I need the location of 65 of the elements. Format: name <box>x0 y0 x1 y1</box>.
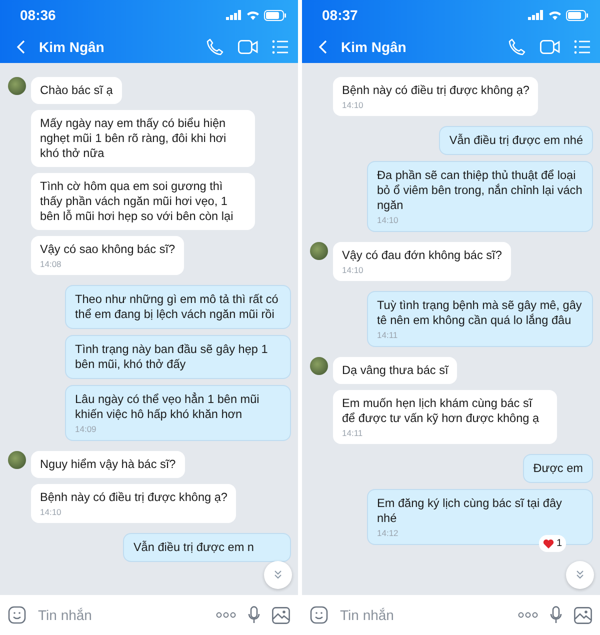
message-text: Tình trạng này ban đầu sẽ gây hẹp 1 bên mũi, khó thở đấy <box>75 342 269 372</box>
message-text: Vậy có sao không bác sĩ? <box>40 242 176 257</box>
contact-name: Kim Ngân <box>39 38 106 54</box>
menu-icon[interactable] <box>574 40 590 54</box>
message-text: Dạ vâng thưa bác sĩ <box>342 363 448 378</box>
message-text: Lâu ngày có thể vẹo hẳn 1 bên mũi khiến việc hô hấp khó khăn hơn <box>75 392 260 422</box>
phone-icon[interactable] <box>206 38 224 56</box>
message-time: 14:10 <box>342 101 364 110</box>
more-icon[interactable] <box>518 612 538 618</box>
wifi-icon <box>548 10 562 20</box>
back-icon[interactable] <box>318 40 327 54</box>
message-text: Vậy có đau đớn không bác sĩ? <box>342 248 502 263</box>
more-icon[interactable] <box>216 612 236 618</box>
message-time: 14:08 <box>40 260 62 269</box>
phone-icon[interactable] <box>508 38 526 56</box>
message-text: Nguy hiểm vậy hà bác sĩ? <box>40 457 176 472</box>
message-text: Tuỳ tình trạng bệnh mà sẽ gây mê, gây tê nên em không cần quá lo lắng đâu <box>377 298 583 328</box>
status-time: 08:37 <box>322 7 358 23</box>
message-text: Theo như những gì em mô tả thì rất có thể em đang bị lệch vách ngăn mũi rồi <box>75 292 280 322</box>
reaction-badge[interactable]: 1 <box>539 535 566 552</box>
battery-icon <box>566 10 588 20</box>
message-text: Em đăng ký lịch cùng bác sĩ tại đây nhé <box>377 496 563 526</box>
avatar[interactable] <box>310 357 328 375</box>
scroll-down-button[interactable] <box>264 561 292 589</box>
video-call-icon[interactable] <box>540 40 560 54</box>
emoji-icon[interactable] <box>310 606 328 624</box>
message-time: 14:10 <box>342 266 364 275</box>
contact-name: Kim Ngân <box>341 38 408 54</box>
scroll-down-button[interactable] <box>566 561 594 589</box>
battery-icon <box>264 10 286 20</box>
message-time: 14:12 <box>377 529 400 538</box>
back-icon[interactable] <box>16 40 25 54</box>
message-text: Bệnh này có điều trị được không ạ? <box>40 490 228 505</box>
avatar[interactable] <box>8 77 26 95</box>
avatar[interactable] <box>310 242 328 260</box>
message-time: 14:09 <box>75 425 98 434</box>
signal-icon <box>528 10 544 20</box>
microphone-icon[interactable] <box>248 606 260 624</box>
message-time: 14:10 <box>40 508 62 517</box>
video-call-icon[interactable] <box>238 40 258 54</box>
microphone-icon[interactable] <box>550 606 562 624</box>
signal-icon <box>226 10 242 20</box>
message-text: Chào bác sĩ ạ <box>40 83 113 98</box>
reaction-count: 1 <box>556 537 562 551</box>
heart-icon <box>543 538 554 548</box>
message-time: 14:10 <box>377 216 400 225</box>
message-text: Tình cờ hôm qua em soi gương thì thấy phần vách ngăn mũi hơi vẹo, 1 bên lỗ mũi hơi hẹp so với bên còn lại <box>40 179 234 224</box>
image-icon[interactable] <box>574 606 592 624</box>
image-icon[interactable] <box>272 606 290 624</box>
chevron-down-icon <box>575 570 585 580</box>
message-text: Vẫn điều trị được em n <box>133 540 254 555</box>
status-time: 08:36 <box>20 7 56 23</box>
message-text: Đa phần sẽ can thiệp thủ thuật để loại bỏ ổ viêm bên trong, nắn chỉnh lại vách ngăn <box>377 168 583 213</box>
avatar[interactable] <box>8 451 26 469</box>
message-text: Bệnh này có điều trị được không ạ? <box>342 83 530 98</box>
wifi-icon <box>246 10 260 20</box>
menu-icon[interactable] <box>272 40 288 54</box>
message-time: 14:11 <box>377 331 399 340</box>
message-text: Mấy ngày nay em thấy có biểu hiện nghẹt mũi 1 bên rõ ràng, đôi khi hơi khó thở nữa <box>40 116 228 161</box>
message-text: Được em <box>533 461 583 476</box>
emoji-icon[interactable] <box>8 606 26 624</box>
message-text: Em muốn hẹn lịch khám cùng bác sĩ để được tư vấn kỹ hơn được không ạ <box>342 396 540 426</box>
chevron-down-icon <box>273 570 283 580</box>
message-text: Vẫn điều trị được em nhé <box>449 133 583 148</box>
message-time: 14:11 <box>342 429 364 438</box>
